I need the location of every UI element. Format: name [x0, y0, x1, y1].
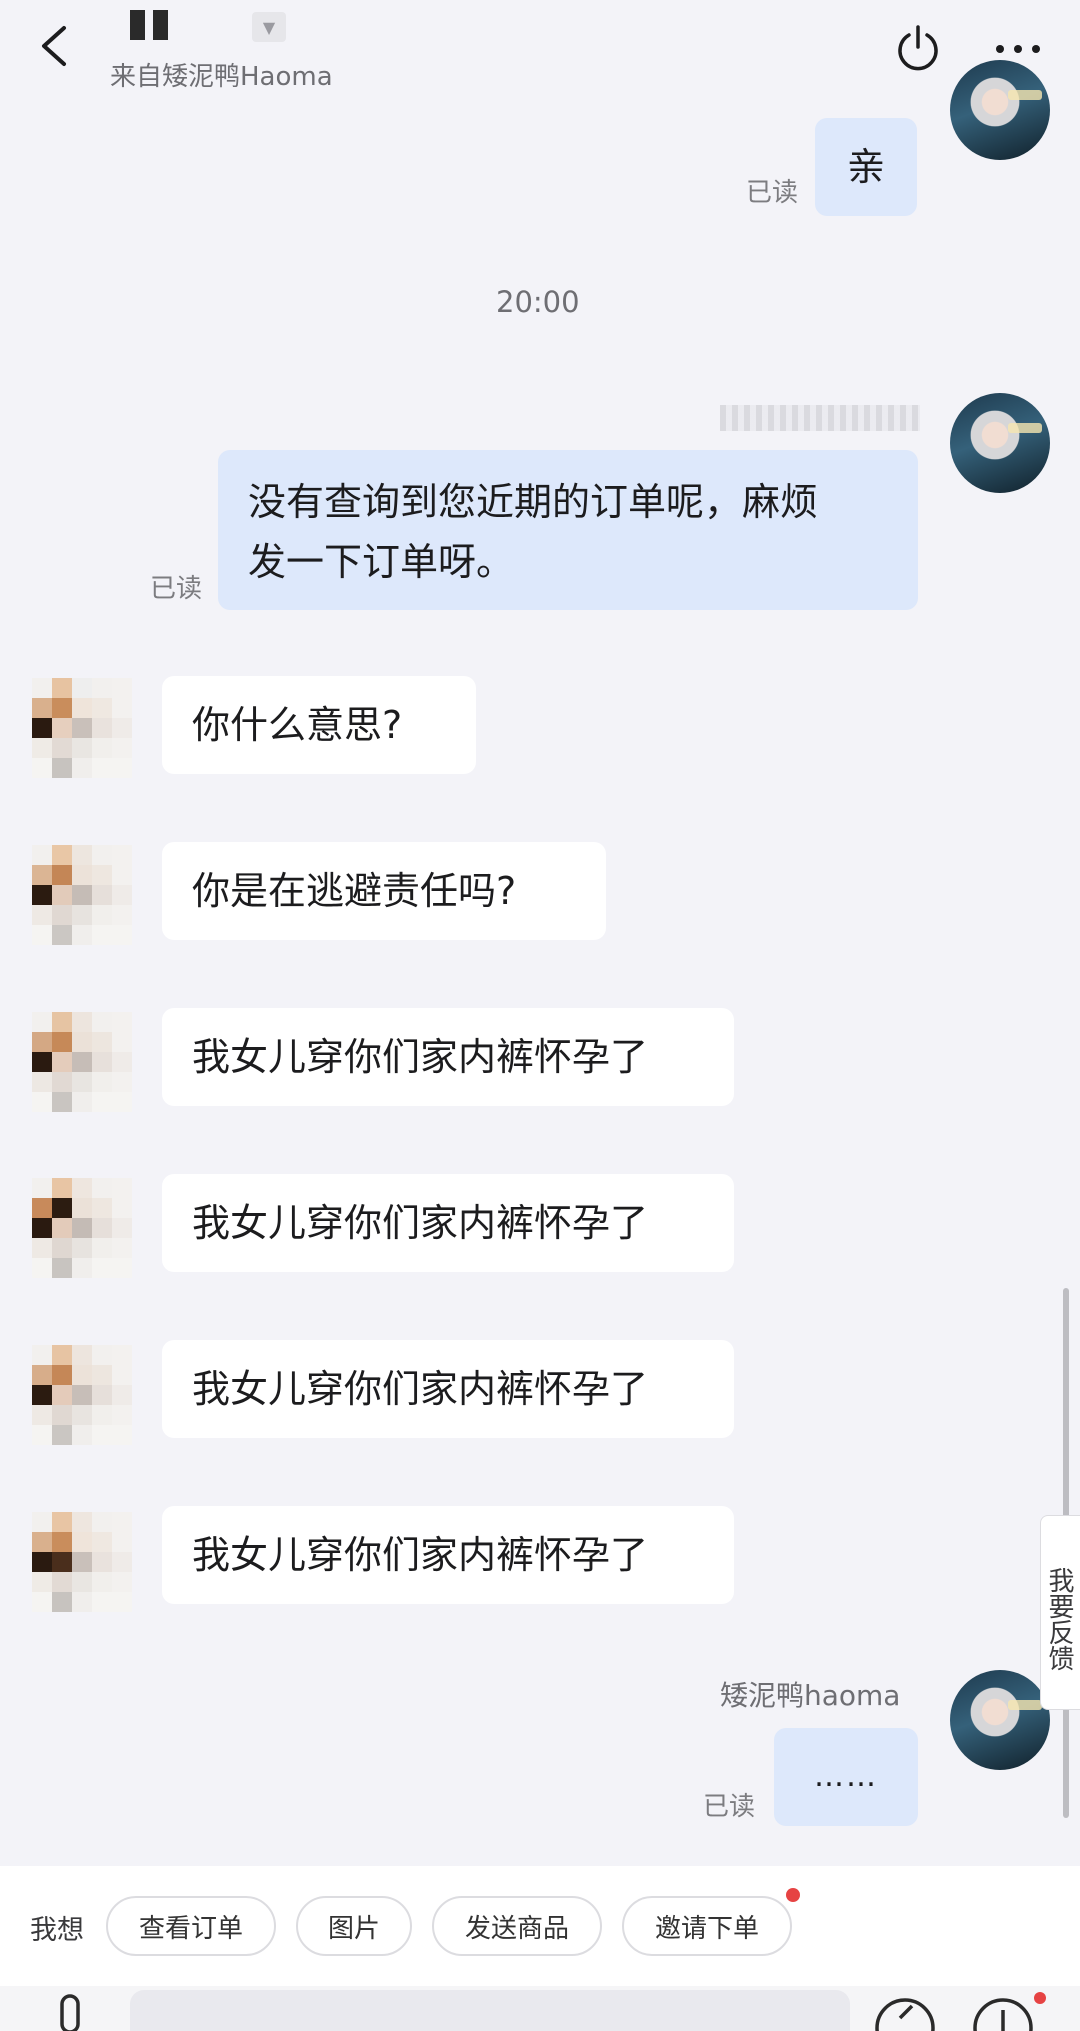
- source-label: 来自矮泥鸭Haoma: [110, 62, 333, 92]
- read-status: 已读: [703, 1792, 756, 1822]
- message-text-line: 发一下订单呀。: [248, 540, 515, 584]
- incoming-message-bubble[interactable]: 我女儿穿你们家内裤怀孕了: [162, 1340, 734, 1438]
- emoji-icon: [875, 1998, 935, 2031]
- message-text: 我女儿穿你们家内裤怀孕了: [192, 1533, 649, 1577]
- end-session-button[interactable]: [885, 16, 951, 82]
- message-input[interactable]: [130, 1990, 850, 2031]
- power-icon: [898, 25, 938, 71]
- self-avatar[interactable]: [950, 1670, 1050, 1770]
- customer-avatar[interactable]: [32, 845, 132, 945]
- self-avatar[interactable]: [950, 60, 1050, 160]
- emoji-button[interactable]: [870, 1996, 940, 2031]
- incoming-message-bubble[interactable]: 我女儿穿你们家内裤怀孕了: [162, 1008, 734, 1106]
- sender-name: 矮泥鸭haoma: [720, 1679, 901, 1712]
- sender-name-redacted: [720, 405, 920, 431]
- message-text: 亲: [846, 145, 885, 189]
- customer-avatar[interactable]: [32, 1012, 132, 1112]
- incoming-message-bubble[interactable]: 我女儿穿你们家内裤怀孕了: [162, 1506, 734, 1604]
- chip-send-product[interactable]: 发送商品: [432, 1896, 602, 1956]
- more-actions-button[interactable]: [968, 1996, 1038, 2031]
- feedback-tab[interactable]: 我要反馈: [1040, 1515, 1080, 1710]
- customer-avatar[interactable]: [32, 1512, 132, 1612]
- incoming-message-bubble[interactable]: 我女儿穿你们家内裤怀孕了: [162, 1174, 734, 1272]
- microphone-icon: [60, 1994, 80, 2031]
- quick-action-prefix: 我想: [30, 1915, 84, 1946]
- chip-view-order[interactable]: 查看订单: [106, 1896, 276, 1956]
- voice-button[interactable]: [40, 1992, 100, 2031]
- notification-dot: [1034, 1992, 1046, 2004]
- message-text: 你是在逃避责任吗?: [192, 869, 517, 913]
- timestamp: 20:00: [496, 285, 580, 319]
- message-text: 你什么意思?: [192, 703, 403, 747]
- message-text: 我女儿穿你们家内裤怀孕了: [192, 1201, 649, 1245]
- message-text: 我女儿穿你们家内裤怀孕了: [192, 1035, 649, 1079]
- outgoing-message-bubble[interactable]: 没有查询到您近期的订单呢，麻烦 发一下订单呀。: [218, 450, 918, 610]
- message-text: 我女儿穿你们家内裤怀孕了: [192, 1367, 649, 1411]
- chevron-left-icon: [42, 26, 66, 66]
- customer-avatar[interactable]: [32, 1178, 132, 1278]
- incoming-message-bubble[interactable]: 你什么意思?: [162, 676, 476, 774]
- read-status: 已读: [746, 178, 799, 208]
- contact-name-redacted: [130, 10, 176, 44]
- caret-down-icon[interactable]: ▼: [252, 12, 286, 42]
- back-button[interactable]: [22, 14, 86, 78]
- message-text-line: 没有查询到您近期的订单呢，麻烦: [248, 480, 819, 524]
- outgoing-message-bubble[interactable]: 亲: [815, 118, 917, 216]
- more-icon: [996, 45, 1040, 53]
- self-avatar[interactable]: [950, 393, 1050, 493]
- incoming-message-bubble[interactable]: 你是在逃避责任吗?: [162, 842, 606, 940]
- plus-icon: [973, 1998, 1033, 2031]
- read-status: 已读: [150, 574, 203, 604]
- message-text: ……: [814, 1759, 878, 1794]
- customer-avatar[interactable]: [32, 1345, 132, 1445]
- customer-avatar[interactable]: [32, 678, 132, 778]
- outgoing-message-bubble[interactable]: ……: [774, 1728, 918, 1826]
- notification-dot: [786, 1888, 800, 1902]
- chip-invite-order[interactable]: 邀请下单: [622, 1896, 792, 1956]
- chip-image[interactable]: 图片: [296, 1896, 412, 1956]
